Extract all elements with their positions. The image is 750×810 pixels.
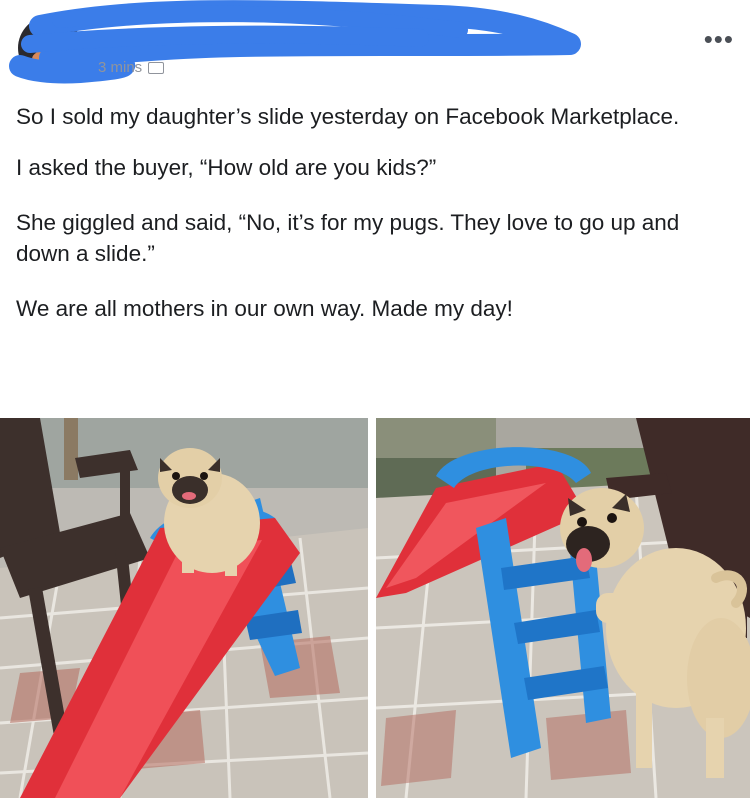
photo-pug-on-slide[interactable] — [0, 418, 368, 798]
post-paragraph: She giggled and said, “No, it’s for my p… — [16, 210, 680, 266]
post-paragraph: So I sold my daughter’s slide yesterday … — [16, 104, 680, 129]
ellipsis-icon[interactable]: ••• — [704, 26, 734, 52]
redaction-scribble — [9, 0, 581, 84]
post-header: 3 mins ••• — [0, 0, 750, 92]
post-text: So I sold my daughter’s slide yesterday … — [16, 101, 736, 348]
audience-icon — [148, 62, 165, 75]
photo-grid — [0, 418, 750, 810]
photo-pug-at-ladder[interactable] — [376, 418, 750, 798]
post-paragraph: We are all mothers in our own way. Made … — [16, 296, 513, 321]
post-timestamp[interactable]: 3 mins — [98, 59, 165, 76]
post-paragraph: I asked the buyer, “How old are you kids… — [16, 155, 437, 180]
facebook-post: 3 mins ••• So I sold my daughter’s slide… — [0, 0, 750, 810]
